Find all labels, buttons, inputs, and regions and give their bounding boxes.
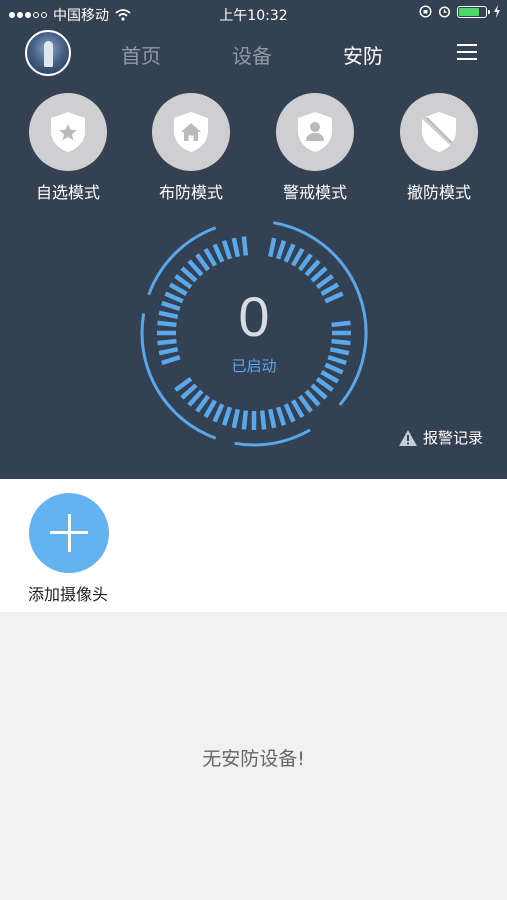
user-avatar[interactable] <box>25 30 71 76</box>
gauge-tick <box>304 259 321 277</box>
gauge-tick <box>212 403 225 423</box>
gauge-tick <box>195 394 210 413</box>
gauge-tick <box>329 347 350 356</box>
mode-alert-button[interactable]: 警戒模式 <box>265 93 365 203</box>
warning-icon <box>398 429 417 446</box>
armed-count: 0 <box>238 285 270 348</box>
home-shield-icon <box>174 112 208 152</box>
gauge-tick <box>231 237 240 258</box>
battery-icon <box>457 5 490 18</box>
armed-state-label: 已启动 <box>231 357 277 375</box>
gauge-tick <box>221 240 233 260</box>
gauge-tick <box>241 410 249 430</box>
gauge-tick <box>268 237 277 258</box>
empty-state-message: 无安防设备! <box>202 748 305 770</box>
camera-section: 添加摄像头 <box>0 479 507 612</box>
gauge-tick <box>187 389 204 407</box>
tab-security[interactable]: 安防 <box>343 40 383 69</box>
gauge-tick <box>304 389 321 407</box>
gauge-tick <box>283 243 296 263</box>
gauge-tick <box>291 399 305 419</box>
security-modes: 自选模式 布防模式 警戒模式 撤防模式 <box>0 93 507 203</box>
gauge-tick <box>158 347 179 356</box>
gauge-tick <box>174 377 193 392</box>
tab-home[interactable]: 首页 <box>121 40 161 69</box>
gauge-tick <box>203 247 217 267</box>
gauge-tick <box>315 377 334 392</box>
gauge-tick <box>291 247 305 267</box>
gauge-tick <box>212 243 225 263</box>
gauge-tick <box>221 406 233 426</box>
menu-icon[interactable] <box>457 44 479 62</box>
gauge-tick <box>180 383 198 400</box>
gauge-tick <box>180 266 198 283</box>
gauge-tick <box>283 403 296 423</box>
mode-custom-button[interactable]: 自选模式 <box>18 93 118 203</box>
gauge-tick <box>310 266 328 283</box>
add-camera-button[interactable] <box>29 493 109 573</box>
gauge-tick <box>187 259 204 277</box>
status-bar: 中国移动 上午10:32 <box>0 0 507 28</box>
mode-disarm-label: 撤防模式 <box>406 183 471 202</box>
security-header-panel: 中国移动 上午10:32 首页 设备 安防 自选模式 布防模式 警戒模式 撤防模… <box>0 0 507 479</box>
alarm-record-label: 报警记录 <box>422 429 483 447</box>
gauge-tick <box>310 383 328 400</box>
tab-devices[interactable]: 设备 <box>232 40 272 69</box>
gauge-tick <box>268 408 277 429</box>
gauge-tick <box>298 394 313 413</box>
charging-bolt-icon <box>494 5 500 18</box>
star-shield-icon <box>51 112 85 152</box>
status-right <box>419 5 501 18</box>
mode-disarm-button[interactable]: 撤防模式 <box>389 93 489 203</box>
mode-alert-label: 警戒模式 <box>282 183 347 202</box>
gauge-tick <box>275 240 287 260</box>
gauge-tick <box>241 236 249 256</box>
add-camera-label: 添加摄像头 <box>27 585 108 604</box>
top-navigation: 首页 设备 安防 <box>0 28 507 80</box>
gauge-tick <box>195 253 210 272</box>
gauge-outer-arc <box>234 428 311 447</box>
gauge-tick <box>203 399 217 419</box>
orientation-lock-icon <box>419 5 432 18</box>
alarm-clock-icon <box>438 6 451 18</box>
mode-arm-label: 布防模式 <box>158 183 223 202</box>
armed-devices-gauge: 0 已启动 <box>139 218 369 448</box>
mode-custom-label: 自选模式 <box>35 183 100 202</box>
gauge-tick <box>275 406 287 426</box>
mode-arm-button[interactable]: 布防模式 <box>141 93 241 203</box>
disabled-shield-icon <box>421 112 457 152</box>
gauge-tick <box>231 408 240 429</box>
gauge-tick <box>259 410 267 430</box>
person-shield-icon <box>298 112 332 152</box>
alarm-record-link[interactable]: 报警记录 <box>398 427 483 448</box>
gauge-tick <box>298 253 313 272</box>
